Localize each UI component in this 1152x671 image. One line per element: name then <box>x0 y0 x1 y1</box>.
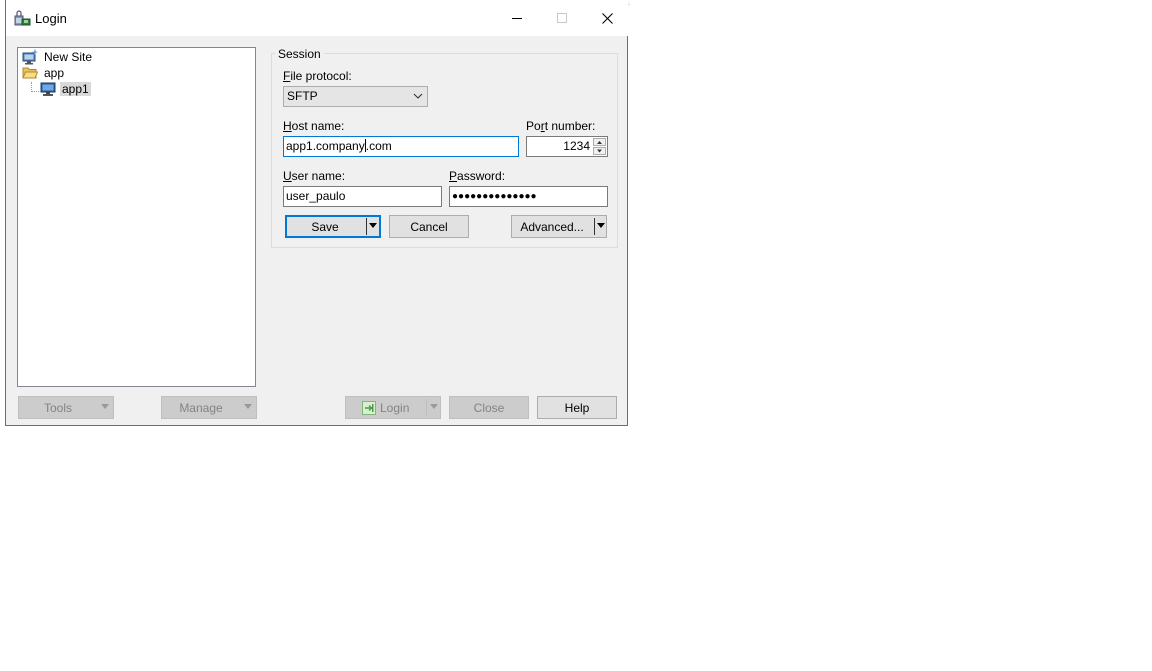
session-group-title: Session <box>275 47 324 61</box>
tree-connector <box>31 91 39 92</box>
user-name-label: User name: <box>283 169 346 183</box>
tree-item-new-site[interactable]: New Site <box>22 49 94 65</box>
tree-item-label: app <box>44 66 65 80</box>
advanced-label: Advanced... <box>520 219 584 234</box>
spin-down-button[interactable] <box>593 147 606 155</box>
file-protocol-label: File protocol: <box>283 69 352 83</box>
arrow-down-icon <box>597 149 602 153</box>
close-label: Close <box>473 400 505 415</box>
split-separator <box>594 218 595 235</box>
computer-icon <box>40 82 56 96</box>
dropdown-arrow-icon <box>101 404 109 409</box>
save-button[interactable]: Save <box>285 215 381 238</box>
host-name-text: app1.company <box>286 139 365 153</box>
cancel-button[interactable]: Cancel <box>389 215 469 238</box>
file-protocol-select[interactable]: SFTP <box>283 86 428 107</box>
chevron-down-icon <box>413 93 423 99</box>
port-number-stepper[interactable]: 1234 <box>526 136 608 157</box>
cancel-label: Cancel <box>410 219 448 234</box>
tree-item-app1[interactable]: app1 <box>40 81 91 97</box>
new-site-icon <box>22 49 38 65</box>
folder-open-icon <box>22 67 38 79</box>
arrow-up-icon <box>597 141 602 144</box>
close-button[interactable]: Close <box>449 396 529 419</box>
dropdown-arrow-icon <box>430 404 438 409</box>
split-separator <box>426 399 427 416</box>
tree-item-label: New Site <box>44 50 93 64</box>
login-button[interactable]: Login <box>345 396 441 419</box>
tree-item-label: app1 <box>60 82 91 96</box>
minimize-icon <box>512 18 522 19</box>
manage-label: Manage <box>179 400 223 415</box>
password-input[interactable]: ●●●●●●●●●●●●●● <box>449 186 608 207</box>
tree-item-app[interactable]: app <box>22 65 66 81</box>
site-tree[interactable]: New Site app app1 <box>17 47 256 387</box>
dropdown-arrow-icon[interactable] <box>597 223 605 228</box>
tools-label: Tools <box>43 400 72 415</box>
app-icon <box>14 10 31 26</box>
dropdown-arrow-icon <box>244 404 252 409</box>
port-number-value: 1234 <box>563 139 590 153</box>
password-label: Password: <box>449 169 506 183</box>
port-number-label: Port number: <box>526 119 596 133</box>
login-dialog: Login New Site app app1 Session File pro… <box>5 0 628 426</box>
host-name-text-rest: .com <box>365 139 392 153</box>
manage-button[interactable]: Manage <box>161 396 257 419</box>
minimize-button[interactable] <box>494 0 540 36</box>
login-icon <box>362 401 376 415</box>
help-button[interactable]: Help <box>537 396 617 419</box>
tools-button[interactable]: Tools <box>18 396 114 419</box>
host-name-input[interactable]: app1.company.com <box>283 136 519 157</box>
split-separator <box>366 218 367 235</box>
host-name-label: Host name: <box>283 119 345 133</box>
close-icon <box>601 12 613 24</box>
spin-up-button[interactable] <box>593 138 606 146</box>
close-window-button[interactable] <box>584 0 630 36</box>
help-label: Help <box>564 400 590 415</box>
user-name-text: user_paulo <box>286 189 346 203</box>
save-label: Save <box>311 219 339 234</box>
maximize-icon <box>557 13 567 23</box>
password-mask: ●●●●●●●●●●●●●● <box>452 191 537 202</box>
dropdown-arrow-icon[interactable] <box>369 223 377 228</box>
maximize-button[interactable] <box>539 0 585 36</box>
title-bar[interactable]: Login <box>6 0 628 36</box>
advanced-button[interactable]: Advanced... <box>511 215 607 238</box>
file-protocol-value: SFTP <box>287 89 318 103</box>
window-title: Login <box>35 11 67 26</box>
user-name-input[interactable]: user_paulo <box>283 186 442 207</box>
login-label: Login <box>380 400 410 415</box>
